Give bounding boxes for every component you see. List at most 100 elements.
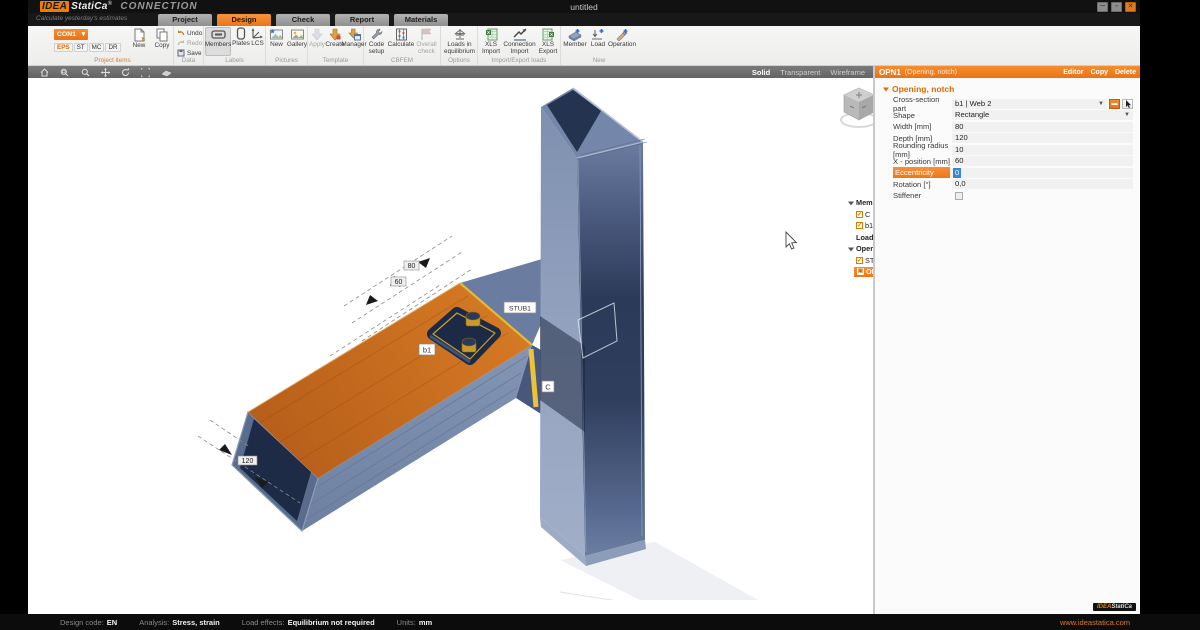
svg-text:80: 80 xyxy=(408,263,416,270)
loads-in-equilibrium-toggle[interactable]: Loads in equilibrium xyxy=(443,28,476,55)
picture-new-button[interactable]: New xyxy=(267,28,286,49)
checkbox-checked-icon[interactable]: ✓ xyxy=(856,222,863,229)
ribbon-group-options: Loads in equilibrium Options xyxy=(441,26,478,65)
rounding-radius-input[interactable]: 10 xyxy=(952,145,1133,155)
tab-materials[interactable]: Materials xyxy=(394,14,448,26)
prop-row-stiffener: Stiffener xyxy=(893,190,1133,202)
shape-dropdown[interactable]: Rectangle ▼ xyxy=(952,110,1133,120)
column-right-face[interactable] xyxy=(577,142,645,556)
new-operation-button[interactable]: Operation xyxy=(608,28,636,49)
svg-text:b1: b1 xyxy=(423,346,431,355)
zoom-icon[interactable] xyxy=(81,68,90,77)
code-setup-button[interactable]: Code setup xyxy=(365,28,388,55)
ribbon-group-labels: Members Plates LCS Labels xyxy=(204,26,266,65)
label-stub[interactable]: STUB1 xyxy=(504,302,536,313)
template-apply-button[interactable]: Apply xyxy=(308,28,326,49)
zoom-window-icon[interactable] xyxy=(60,68,70,77)
close-button[interactable]: ✕ xyxy=(1125,2,1136,12)
xls-export-button[interactable]: X XLS Export xyxy=(536,28,560,55)
st-button[interactable]: ST xyxy=(74,43,88,52)
edit-cross-section-button[interactable]: ▬ xyxy=(1109,99,1120,109)
undo-button[interactable]: Undo xyxy=(177,29,202,37)
new-member-button[interactable]: Member xyxy=(563,28,587,49)
save-button[interactable]: Save xyxy=(177,49,202,57)
rotation-input[interactable]: 0,0 xyxy=(952,179,1133,189)
delete-link[interactable]: Delete xyxy=(1115,69,1136,76)
connection-import-icon xyxy=(513,28,527,41)
clipping-plane-icon[interactable] xyxy=(161,68,172,77)
status-analysis: Analysis:Stress, strain xyxy=(139,618,220,627)
x-position-input[interactable]: 60 xyxy=(952,156,1133,166)
ribbon-group-new: Member Load Operation New xyxy=(561,26,637,65)
label-column[interactable]: C xyxy=(542,381,554,392)
xls-import-button[interactable]: X XLS Import xyxy=(479,28,503,55)
document-title: untitled xyxy=(28,2,1140,12)
dr-button[interactable]: DR xyxy=(105,43,120,52)
ribbon: CON1▾ EPS ST MC DR New Copy Project item… xyxy=(28,26,1140,66)
section-opening-notch[interactable]: Opening, notch xyxy=(883,84,954,94)
title-bar: IDEAStatiCa®CONNECTION untitled ─ ▫ ✕ xyxy=(28,0,1140,13)
gallery-icon xyxy=(290,28,305,41)
pick-in-scene-button[interactable] xyxy=(1122,99,1133,109)
tab-check[interactable]: Check xyxy=(276,14,330,26)
stiffener-checkbox[interactable] xyxy=(955,192,963,200)
scene-3d[interactable]: 80 60 120 b1 xyxy=(28,78,873,600)
xls-export-icon: X xyxy=(542,28,555,41)
view-mode-wireframe[interactable]: Wireframe xyxy=(830,68,865,77)
maximize-button[interactable]: ▫ xyxy=(1111,2,1122,12)
ribbon-group-template: Apply Create Manager Template xyxy=(308,26,364,65)
lcs-axes-icon xyxy=(251,27,264,40)
status-design-code: Design code:EN xyxy=(60,618,117,627)
copy-link[interactable]: Copy xyxy=(1090,69,1108,76)
zoom-fit-icon[interactable] xyxy=(141,68,150,77)
eps-button[interactable]: EPS xyxy=(54,43,73,52)
redo-icon xyxy=(177,39,185,47)
minimize-button[interactable]: ─ xyxy=(1097,2,1108,12)
copy-project-item-button[interactable]: Copy xyxy=(151,28,173,50)
new-load-button[interactable]: Load xyxy=(588,28,608,49)
eccentricity-input[interactable]: 0 xyxy=(950,168,1133,178)
bolt-1[interactable] xyxy=(466,312,480,326)
tab-design[interactable]: Design xyxy=(217,14,271,26)
tab-bar: Calculate yesterday's estimates Project … xyxy=(28,13,1140,26)
tab-report[interactable]: Report xyxy=(335,14,389,26)
labels-plates-toggle[interactable]: Plates xyxy=(232,27,250,56)
property-panel: OPN1 (Opening, notch) Editor Copy Delete… xyxy=(875,66,1140,614)
mc-button[interactable]: MC xyxy=(89,43,105,52)
redo-button[interactable]: Redo xyxy=(177,39,202,47)
overall-check-button[interactable]: Overall check xyxy=(414,28,439,55)
calculate-button[interactable]: Calculate xyxy=(389,28,413,49)
home-view-icon[interactable] xyxy=(40,68,49,77)
pan-icon[interactable] xyxy=(101,68,110,77)
template-manager-button[interactable]: Manager xyxy=(344,28,364,49)
labels-lcs-toggle[interactable]: LCS xyxy=(250,27,265,56)
status-bar: Design code:EN Analysis:Stress, strain L… xyxy=(0,614,1200,630)
view-mode-solid[interactable]: Solid xyxy=(752,68,770,77)
viewport-3d[interactable]: Solid Transparent Wireframe xyxy=(28,66,873,614)
view-mode-switch: Solid Transparent Wireframe xyxy=(752,68,865,77)
checkbox-checked-icon[interactable]: ✓ xyxy=(856,257,863,264)
website-link[interactable]: www.ideastatica.com xyxy=(1060,618,1130,627)
connection-selector[interactable]: CON1▾ xyxy=(54,29,88,40)
bolt-2[interactable] xyxy=(462,338,476,352)
width-input[interactable]: 80 xyxy=(952,122,1133,132)
view-mode-transparent[interactable]: Transparent xyxy=(780,68,820,77)
label-beam[interactable]: b1 xyxy=(419,344,435,355)
picture-gallery-button[interactable]: Gallery xyxy=(287,28,307,49)
connection-import-button[interactable]: Connection Import xyxy=(504,28,535,55)
cursor-pick-icon xyxy=(1125,100,1131,108)
svg-text:60: 60 xyxy=(395,279,403,286)
rotate-icon[interactable] xyxy=(121,68,130,77)
cross-section-part-dropdown[interactable]: b1 | Web 2 ▼ xyxy=(952,99,1107,109)
collapse-icon xyxy=(883,88,889,92)
ribbon-group-data: Undo Redo Save Data xyxy=(174,26,204,65)
checkbox-checked-icon[interactable]: ✓ xyxy=(856,211,863,218)
operation-icon: ▣ xyxy=(857,268,864,275)
labels-members-toggle[interactable]: Members xyxy=(205,27,231,56)
depth-input[interactable]: 120 xyxy=(952,133,1133,143)
save-icon xyxy=(177,49,185,57)
new-project-item-button[interactable]: New xyxy=(128,28,150,50)
editor-link[interactable]: Editor xyxy=(1063,69,1083,76)
tab-project[interactable]: Project xyxy=(158,14,212,26)
ribbon-group-cbfem: Code setup Calculate Overall check CBFEM xyxy=(364,26,441,65)
